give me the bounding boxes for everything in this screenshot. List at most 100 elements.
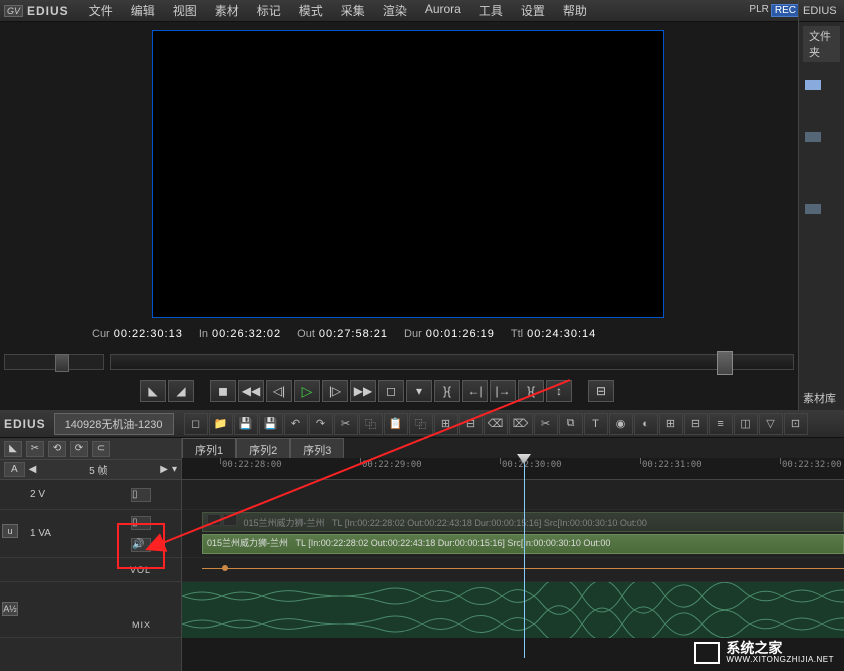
bin-folder-tab[interactable]: 文件夹 <box>803 26 840 62</box>
shuttle-control[interactable] <box>4 354 104 370</box>
dropdown-icon[interactable]: ▾ <box>406 380 432 402</box>
link-button[interactable]: ⊟ <box>684 413 708 435</box>
menu-marker[interactable]: 标记 <box>249 0 289 21</box>
stop-button[interactable]: ◼ <box>210 380 236 402</box>
track-label-1va: 1 VA <box>30 528 51 539</box>
track-2v[interactable] <box>182 480 844 510</box>
sync-mode-icon[interactable]: ⟳ <box>70 441 88 457</box>
mixer-button[interactable]: ≡ <box>709 413 733 435</box>
menu-settings[interactable]: 设置 <box>513 0 553 21</box>
track-audio[interactable] <box>182 582 844 638</box>
track-header-audio[interactable]: A½ MIX <box>0 582 181 638</box>
folder-icon[interactable] <box>805 130 821 142</box>
a-badge[interactable]: A <box>4 462 25 477</box>
loop-button[interactable]: ◻ <box>378 380 404 402</box>
overwrite-button[interactable]: ⊟ <box>459 413 483 435</box>
proxy-button[interactable]: ⊡ <box>784 413 808 435</box>
jump-in-button[interactable]: ←| <box>462 380 488 402</box>
position-handle[interactable] <box>717 351 733 375</box>
tc-in-value[interactable]: 00:26:32:02 <box>212 328 281 340</box>
marker-button[interactable]: ▽ <box>759 413 783 435</box>
layout-button[interactable]: ◫ <box>734 413 758 435</box>
copy-button[interactable]: ⿻ <box>359 413 383 435</box>
timeline-ruler[interactable]: 00:22:28:00 00:22:29:00 00:22:30:00 00:2… <box>182 458 844 480</box>
menu-render[interactable]: 渲染 <box>375 0 415 21</box>
set-out-button[interactable]: ◢ <box>168 380 194 402</box>
jump-out-button[interactable]: |→ <box>490 380 516 402</box>
redo-button[interactable]: ↷ <box>309 413 333 435</box>
delete-button[interactable]: ⌫ <box>484 413 508 435</box>
title-button[interactable]: T <box>584 413 608 435</box>
rewind-button[interactable]: ◀◀ <box>238 380 264 402</box>
track-1va[interactable]: 015兰州威力狮-兰州 TL [In:00:22:28:02 Out:00:22… <box>182 510 844 558</box>
clip-dim[interactable]: 015兰州威力狮-兰州 TL [In:00:22:28:02 Out:00:22… <box>202 512 844 532</box>
scale-left-icon[interactable]: ◀ <box>29 464 37 475</box>
group-button[interactable]: ⊞ <box>659 413 683 435</box>
asset-library-label[interactable]: 素材库 <box>799 386 844 410</box>
shuttle-handle[interactable] <box>55 354 69 372</box>
prev-frame-button[interactable]: ◁| <box>266 380 292 402</box>
menu-capture[interactable]: 采集 <box>333 0 373 21</box>
render-button[interactable]: ◉ <box>609 413 633 435</box>
scale-right-icon[interactable]: ▶ <box>160 464 168 475</box>
folder-icon[interactable] <box>805 78 821 90</box>
menu-mode[interactable]: 模式 <box>291 0 331 21</box>
watermark: 系统之家 WWW.XITONGZHIJIA.NET <box>694 641 834 665</box>
ruler-tick: 00:22:30:00 <box>502 460 562 470</box>
volume-line[interactable] <box>202 568 844 569</box>
plr-rec-toggle[interactable]: PLR REC <box>749 4 800 17</box>
set-in-button[interactable]: ◣ <box>140 380 166 402</box>
audio-waveform[interactable] <box>182 582 844 638</box>
sequence-name-tab[interactable]: 140928无机油-1230 <box>54 413 174 435</box>
next-edit-button[interactable]: }{ <box>518 380 544 402</box>
insert-clip-button[interactable]: ⊞ <box>434 413 458 435</box>
ripple-mode-icon[interactable]: ⟲ <box>48 441 66 457</box>
fast-forward-button[interactable]: ▶▶ <box>350 380 376 402</box>
clip-main[interactable]: 015兰州威力狮-兰州 TL [In:00:22:28:02 Out:00:22… <box>202 534 844 554</box>
menu-view[interactable]: 视图 <box>165 0 205 21</box>
track-header-2v[interactable]: 2 V ▯ <box>0 480 181 510</box>
track-patch-2v[interactable]: ▯ <box>131 488 151 502</box>
menu-clip[interactable]: 素材 <box>207 0 247 21</box>
save-as-button[interactable]: 💾 <box>259 413 283 435</box>
menu-aurora[interactable]: Aurora <box>417 0 469 21</box>
open-button[interactable]: 📁 <box>209 413 233 435</box>
replace-button[interactable]: ⿻ <box>409 413 433 435</box>
u-badge[interactable]: u <box>2 524 18 538</box>
add-cut-button[interactable]: ✂ <box>534 413 558 435</box>
insert-button[interactable]: ⊟ <box>588 380 614 402</box>
tc-dur-value[interactable]: 00:01:26:19 <box>426 328 495 340</box>
undo-button[interactable]: ↶ <box>284 413 308 435</box>
prev-edit-button[interactable]: }{ <box>434 380 460 402</box>
new-button[interactable]: ◻ <box>184 413 208 435</box>
overwrite-mode-icon[interactable]: ✂ <box>26 441 44 457</box>
tc-cur-label: Cur <box>92 328 110 340</box>
menu-tools[interactable]: 工具 <box>471 0 511 21</box>
frame-scale-label[interactable]: 5 帧 <box>40 462 156 477</box>
track-vol[interactable] <box>182 558 844 582</box>
insert-mode-icon[interactable]: ◣ <box>4 441 22 457</box>
position-bar[interactable] <box>110 354 794 370</box>
a12-badge[interactable]: A½ <box>2 602 18 616</box>
tc-cur-value[interactable]: 00:22:30:13 <box>114 328 183 340</box>
preview-viewport[interactable] <box>152 30 664 318</box>
save-button[interactable]: 💾 <box>234 413 258 435</box>
menu-file[interactable]: 文件 <box>81 0 121 21</box>
tc-out-value[interactable]: 00:27:58:21 <box>319 328 388 340</box>
menu-help[interactable]: 帮助 <box>555 0 595 21</box>
color-button[interactable]: ◐ <box>634 413 658 435</box>
play-button[interactable]: ▷ <box>294 380 320 402</box>
ripple-delete-button[interactable]: ⌦ <box>509 413 533 435</box>
volume-keyframe[interactable] <box>222 565 228 571</box>
transition-button[interactable]: ⧉ <box>559 413 583 435</box>
cut-button[interactable]: ✂ <box>334 413 358 435</box>
tc-ttl-value[interactable]: 00:24:30:14 <box>527 328 596 340</box>
snap-icon[interactable]: ⊂ <box>92 441 110 457</box>
match-frame-button[interactable]: ↕ <box>546 380 572 402</box>
playhead[interactable] <box>524 458 525 658</box>
scale-dropdown-icon[interactable]: ▾ <box>172 464 177 475</box>
next-frame-button[interactable]: |▷ <box>322 380 348 402</box>
menu-edit[interactable]: 编辑 <box>123 0 163 21</box>
paste-button[interactable]: 📋 <box>384 413 408 435</box>
folder-icon[interactable] <box>805 202 821 214</box>
